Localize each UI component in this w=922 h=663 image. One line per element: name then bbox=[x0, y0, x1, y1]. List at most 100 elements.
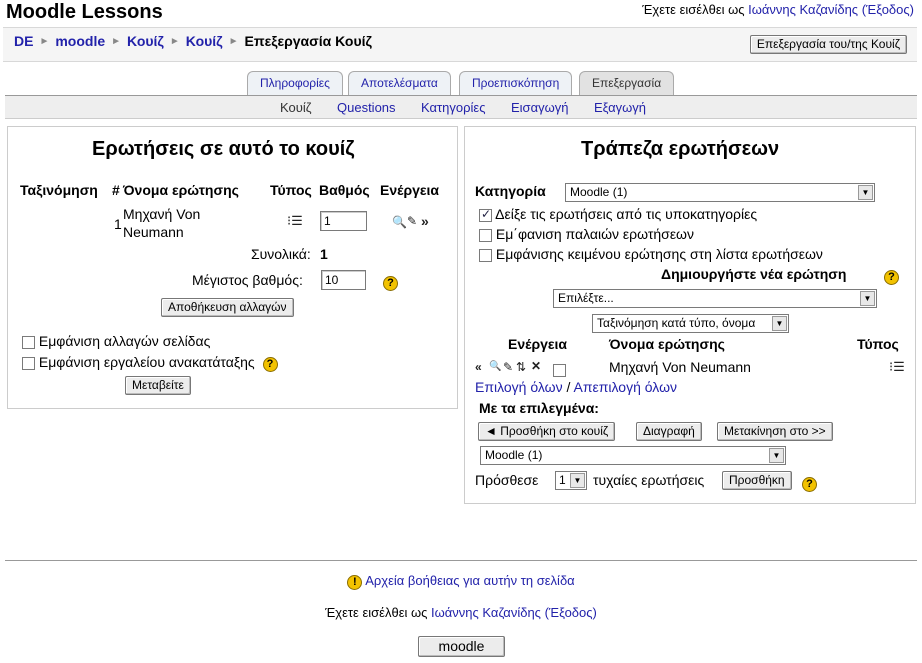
quiz-questions-panel: Ερωτήσεις σε αυτό το κουίζ Ταξινόμηση # … bbox=[7, 126, 458, 409]
show-reorder-label: Εμφάνιση εργαλείου ανακατάταξης bbox=[38, 354, 255, 370]
help-icon[interactable]: ? bbox=[383, 276, 398, 291]
select-all-link[interactable]: Επιλογή όλων bbox=[475, 379, 563, 395]
breadcrumb-separator-icon: ► bbox=[228, 35, 239, 47]
question-text-checkbox[interactable] bbox=[479, 248, 492, 262]
multichoice-icon: ⁝☰ bbox=[889, 359, 905, 374]
site-title: Moodle Lessons bbox=[6, 1, 163, 23]
breadcrumb-de[interactable]: DE bbox=[14, 33, 33, 49]
login-info: Έχετε εισέλθει ως Ιωάννης Καζανίδης (Έξο… bbox=[642, 2, 914, 17]
breadcrumb-separator-icon: ► bbox=[169, 35, 180, 47]
col-grade: Βαθμός bbox=[319, 182, 370, 198]
preview-icon[interactable]: 🔍 bbox=[489, 361, 501, 372]
footer-user-link[interactable]: Ιωάννης Καζανίδης bbox=[431, 605, 541, 620]
sort-select[interactable]: Ταξινόμηση κατά τύπο, όνομα ▼ bbox=[592, 314, 789, 333]
delete-button[interactable]: Διαγραφή bbox=[636, 422, 702, 441]
deselect-all-link[interactable]: Απεπιλογή όλων bbox=[574, 379, 678, 395]
show-page-breaks-row: Εμφάνιση αλλαγών σελίδας bbox=[22, 333, 210, 349]
question-bank-panel: Τράπεζα ερωτήσεων Κατηγορία Moodle (1) ▼… bbox=[464, 126, 916, 504]
footer-help: ! Αρχεία βοήθειας για αυτήν τη σελίδα bbox=[0, 573, 922, 590]
question-number: 1 bbox=[114, 216, 122, 232]
col-type: Τύπος bbox=[270, 182, 312, 198]
random-count-select[interactable]: 1 ▼ bbox=[555, 471, 587, 490]
edit-quiz-button[interactable]: Επεξεργασία του/της Κουίζ bbox=[749, 35, 907, 54]
help-icon[interactable]: ! bbox=[347, 575, 363, 590]
subcategories-checkbox[interactable] bbox=[479, 207, 492, 222]
max-grade-label: Μέγιστος βαθμός: bbox=[192, 272, 303, 288]
navbar: DE ► moodle ► Κουίζ ► Κουίζ ► Επεξεργασί… bbox=[3, 27, 917, 62]
create-help-wrap: ? bbox=[884, 267, 899, 285]
delete-icon[interactable]: ✕ bbox=[531, 359, 541, 373]
opt-subcategories-row: Δείξε τις ερωτήσεις από τις υποκατηγορίε… bbox=[479, 206, 757, 222]
help-files-link[interactable]: Αρχεία βοήθειας για αυτήν τη σελίδα bbox=[365, 573, 575, 588]
bank-col-name: Όνομα ερώτησης bbox=[609, 336, 725, 352]
move-icon[interactable]: ⇅ bbox=[516, 360, 526, 374]
chevron-down-icon: ▼ bbox=[772, 316, 787, 331]
add-random-label: Πρόσθεσε bbox=[475, 472, 539, 488]
help-icon[interactable]: ? bbox=[802, 477, 817, 492]
edit-icon[interactable]: ✎ bbox=[503, 360, 513, 374]
help-icon[interactable]: ? bbox=[884, 270, 899, 285]
question-text-label: Εμφάνισης κειμένου ερώτησης στη λίστα ερ… bbox=[495, 246, 823, 262]
tab-edit[interactable]: Επεξεργασία bbox=[579, 71, 675, 96]
subtab-quiz[interactable]: Κουίζ bbox=[280, 100, 311, 115]
breadcrumb-quiz[interactable]: Κουίζ bbox=[186, 33, 223, 49]
subtab-questions[interactable]: Questions bbox=[337, 100, 396, 115]
show-reorder-row: Εμφάνιση εργαλείου ανακατάταξης ? bbox=[22, 354, 278, 372]
category-select[interactable]: Moodle (1) ▼ bbox=[565, 183, 875, 202]
footer-logout-link[interactable]: (Έξοδος) bbox=[545, 605, 597, 620]
bank-row-checkbox[interactable] bbox=[553, 363, 566, 377]
tab-preview[interactable]: Προεπισκόπηση bbox=[459, 71, 573, 96]
quiz-questions-title: Ερωτήσεις σε αυτό το κουίζ bbox=[92, 138, 355, 160]
random-questions-label: τυχαίες ερωτήσεις bbox=[593, 472, 705, 488]
logout-link[interactable]: (Έξοδος) bbox=[862, 2, 914, 17]
breadcrumb-separator-icon: ► bbox=[111, 35, 122, 47]
user-link[interactable]: Ιωάννης Καζανίδης bbox=[748, 2, 858, 17]
footer-login-info: Έχετε εισέλθει ως Ιωάννης Καζανίδης (Έξο… bbox=[325, 605, 597, 620]
create-question-select[interactable]: Επιλέξτε... ▼ bbox=[553, 289, 877, 308]
multichoice-icon: ⁝☰ bbox=[287, 213, 303, 228]
subtab-categories[interactable]: Κατηγορίες bbox=[421, 100, 485, 115]
question-bank-title: Τράπεζα ερωτήσεων bbox=[581, 138, 780, 160]
breadcrumb-separator-icon: ► bbox=[39, 35, 50, 47]
add-to-quiz-icon[interactable]: « bbox=[475, 360, 482, 374]
go-button[interactable]: Μεταβείτε bbox=[125, 376, 191, 395]
question-name: Μηχανή Von Neumann bbox=[123, 206, 201, 240]
total-value: 1 bbox=[320, 246, 328, 262]
show-page-breaks-label: Εμφάνιση αλλαγών σελίδας bbox=[38, 333, 211, 349]
old-questions-label: Εμ΄φανιση παλαιών ερωτήσεων bbox=[495, 226, 694, 242]
home-button[interactable]: moodle bbox=[418, 636, 505, 657]
select-links: Επιλογή όλων / Απεπιλογή όλων bbox=[475, 379, 677, 395]
edit-icon[interactable]: ✎ bbox=[407, 214, 417, 228]
max-grade-input[interactable]: 10 bbox=[321, 270, 366, 290]
move-target-select[interactable]: Moodle (1) ▼ bbox=[480, 446, 786, 465]
move-right-icon[interactable]: » bbox=[421, 213, 429, 229]
show-page-breaks-checkbox[interactable] bbox=[22, 335, 35, 349]
subtab-export[interactable]: Εξαγωγή bbox=[594, 100, 646, 115]
select-links-separator: / bbox=[566, 379, 571, 395]
save-changes-button[interactable]: Αποθήκευση αλλαγών bbox=[161, 298, 294, 317]
with-selected-label: Με τα επιλεγμένα: bbox=[479, 400, 599, 416]
help-icon[interactable]: ? bbox=[262, 357, 278, 372]
random-help-wrap: ? bbox=[802, 474, 817, 492]
move-to-button[interactable]: Μετακίνηση στο >> bbox=[717, 422, 833, 441]
add-random-button[interactable]: Προσθήκη bbox=[722, 471, 792, 490]
tab-info[interactable]: Πληροφορίες bbox=[247, 71, 343, 96]
bank-col-action: Ενέργεια bbox=[508, 336, 568, 352]
chevron-down-icon: ▼ bbox=[769, 448, 784, 463]
opt-old-row: Εμ΄φανιση παλαιών ερωτήσεων bbox=[479, 226, 694, 242]
old-questions-checkbox[interactable] bbox=[479, 228, 492, 242]
chevron-down-icon: ▼ bbox=[570, 473, 585, 488]
show-reorder-checkbox[interactable] bbox=[22, 356, 35, 370]
question-grade-input[interactable]: 1 bbox=[320, 211, 367, 231]
breadcrumb-moodle[interactable]: moodle bbox=[55, 33, 105, 49]
breadcrumb-current: Επεξεργασία Κουίζ bbox=[244, 33, 372, 49]
bank-row-checkbox-wrap bbox=[553, 361, 566, 377]
subtab-import[interactable]: Εισαγωγή bbox=[511, 100, 568, 115]
chevron-down-icon: ▼ bbox=[860, 291, 875, 306]
add-to-quiz-button[interactable]: ◄ Προσθήκη στο κουίζ bbox=[478, 422, 616, 441]
tab-results[interactable]: Αποτελέσματα bbox=[348, 71, 451, 96]
bank-question-name: Μηχανή Von Neumann bbox=[609, 359, 751, 375]
preview-icon[interactable]: 🔍 bbox=[392, 215, 407, 229]
breadcrumb-quizzes[interactable]: Κουίζ bbox=[127, 33, 164, 49]
create-question-label: Δημιουργήστε νέα ερώτηση bbox=[661, 266, 847, 282]
